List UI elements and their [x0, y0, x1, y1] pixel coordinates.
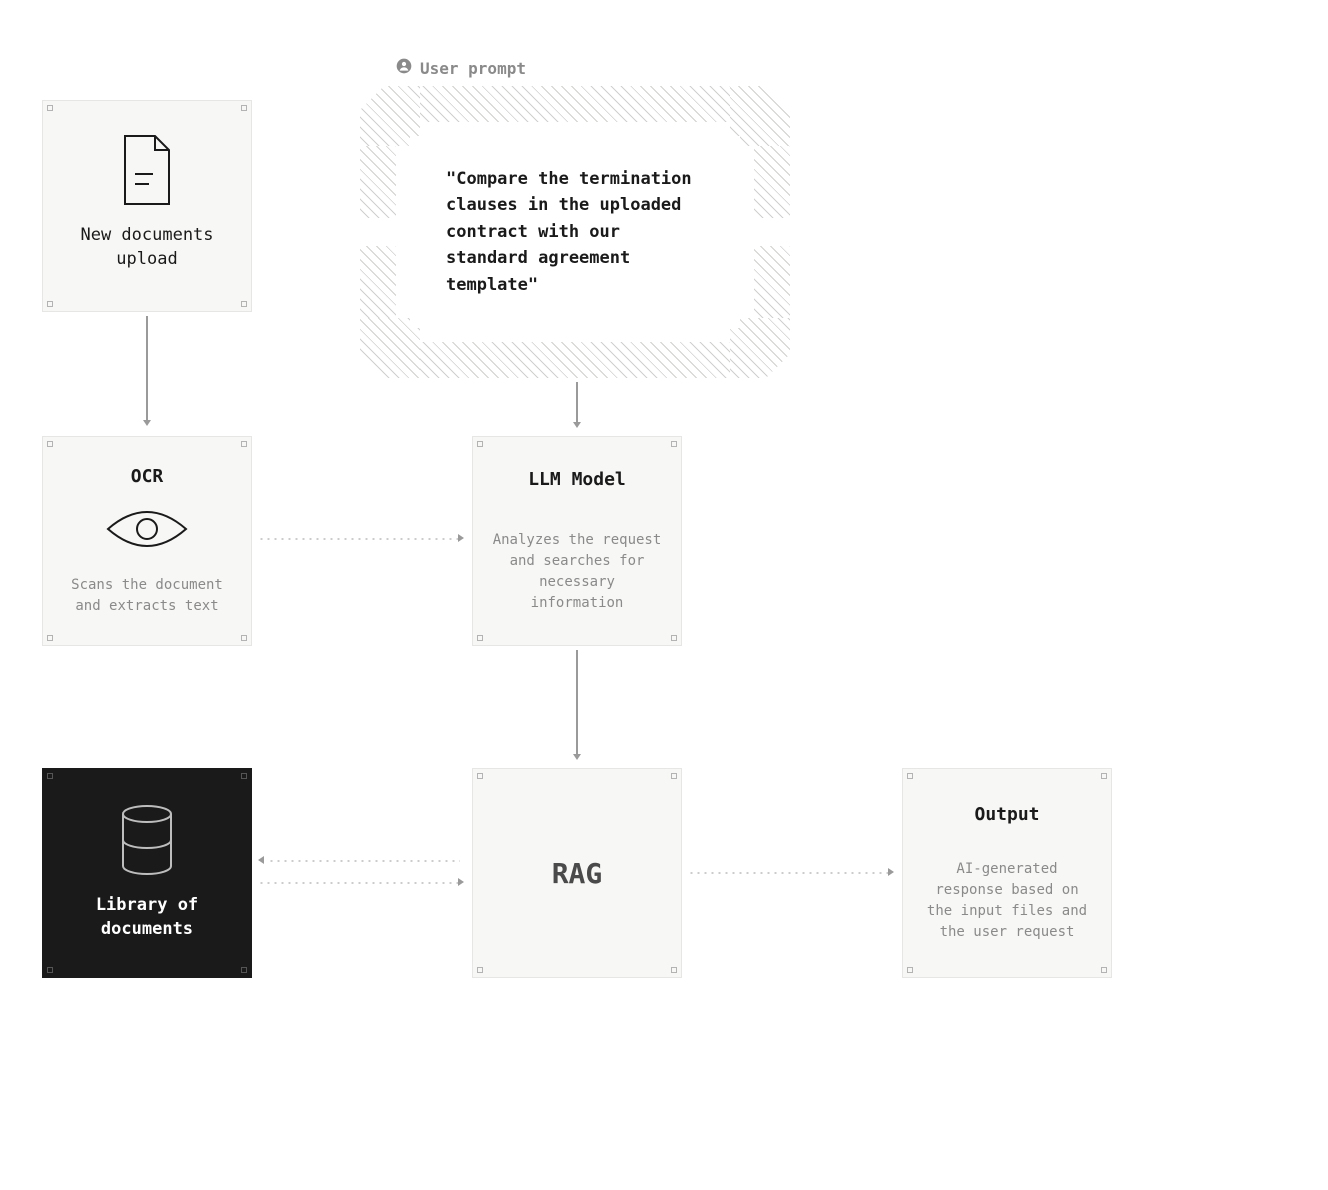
output-title: Output — [974, 804, 1039, 825]
node-upload: New documents upload — [42, 100, 252, 312]
connector-rag-to-library — [268, 860, 460, 862]
connector-upload-to-ocr — [146, 316, 148, 420]
ocr-title: OCR — [131, 466, 164, 487]
arrowhead-ocr-to-llm — [458, 534, 464, 542]
connector-llm-to-rag — [576, 650, 578, 754]
arrowhead-prompt-to-llm — [573, 422, 581, 428]
arrowhead-rag-to-output — [888, 868, 894, 876]
llm-title: LLM Model — [528, 469, 626, 490]
rag-title: RAG — [552, 857, 603, 890]
arrowhead-library-to-rag — [458, 878, 464, 886]
user-prompt-text: "Compare the termination clauses in the … — [446, 166, 704, 298]
connector-library-to-rag — [258, 882, 458, 884]
arrowhead-llm-to-rag — [573, 754, 581, 760]
ocr-desc: Scans the document and extracts text — [59, 575, 235, 617]
connector-prompt-to-llm — [576, 382, 578, 422]
user-prompt-header: User prompt — [396, 58, 526, 78]
llm-desc: Analyzes the request and searches for ne… — [489, 530, 665, 614]
arrowhead-rag-to-library — [258, 856, 264, 864]
output-desc: AI-generated response based on the input… — [919, 859, 1095, 943]
node-rag: RAG — [472, 768, 682, 978]
connector-ocr-to-llm — [258, 538, 458, 540]
user-icon — [396, 58, 412, 78]
node-ocr: OCR Scans the document and extracts text — [42, 436, 252, 646]
upload-label: New documents upload — [59, 224, 235, 272]
user-prompt-content: "Compare the termination clauses in the … — [410, 136, 740, 328]
arrowhead-upload-to-ocr — [143, 420, 151, 426]
database-icon — [117, 804, 177, 880]
node-library: Library of documents — [42, 768, 252, 978]
node-llm: LLM Model Analyzes the request and searc… — [472, 436, 682, 646]
library-label-line1: Library of — [96, 894, 198, 918]
eye-icon — [104, 501, 190, 561]
connector-rag-to-output — [688, 872, 888, 874]
user-prompt-box: "Compare the termination clauses in the … — [360, 86, 790, 378]
user-prompt-label: User prompt — [420, 59, 526, 78]
library-label-line2: documents — [96, 918, 198, 942]
document-icon — [119, 134, 175, 210]
node-output: Output AI-generated response based on th… — [902, 768, 1112, 978]
